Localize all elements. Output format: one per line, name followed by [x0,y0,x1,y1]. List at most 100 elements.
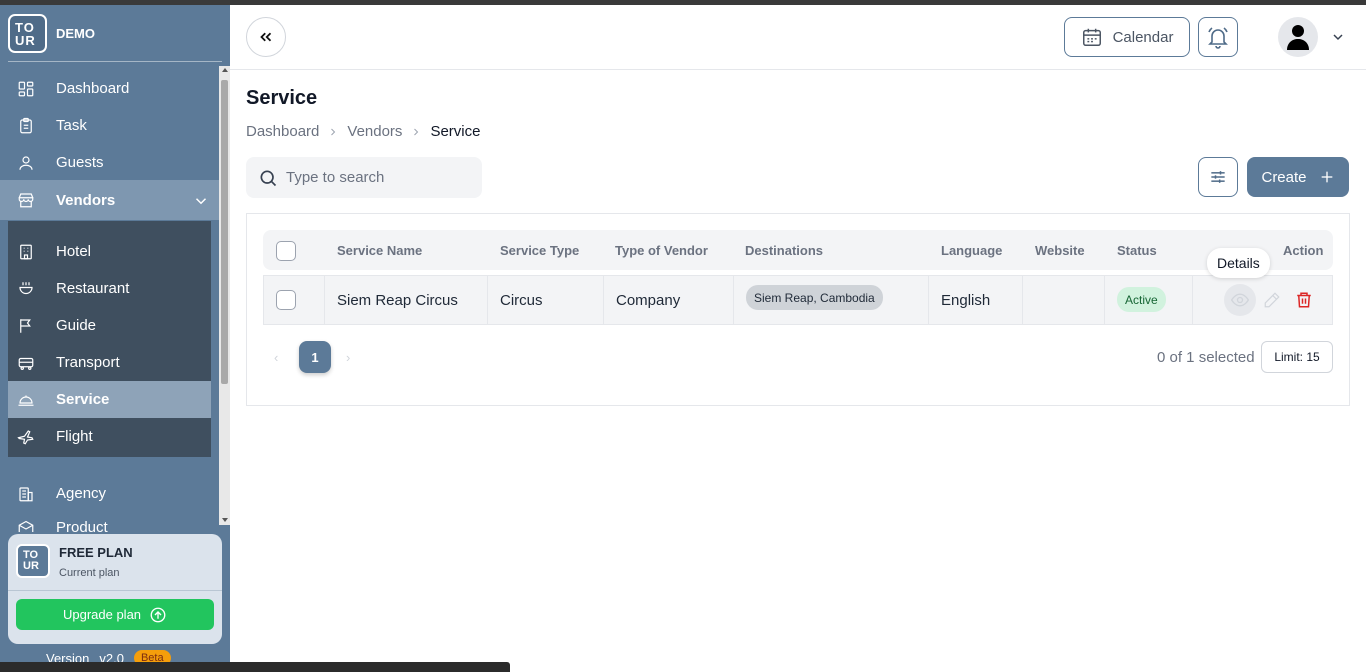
sidebar-item-label: Guests [56,154,104,171]
cell-divider [603,276,604,324]
chevron-right-icon [414,128,419,135]
brand-logo: TO UR [8,14,47,53]
scroll-down-arrow-icon[interactable] [222,518,228,522]
cell-divider [1022,276,1023,324]
divider [8,590,222,591]
cell-divider [324,276,325,324]
search-input[interactable] [286,169,466,186]
calendar-button[interactable]: Calendar [1064,17,1190,57]
page-title: Service [246,87,318,109]
chevron-right-icon [331,128,336,135]
create-button[interactable]: Create [1247,157,1349,197]
upgrade-label: Upgrade plan [62,607,142,622]
select-all-checkbox[interactable] [276,241,296,261]
plane-icon [16,427,36,447]
column-header-service-type[interactable]: Service Type [500,243,579,258]
notifications-button[interactable] [1198,17,1238,57]
brand-name: DEMO [56,26,95,41]
flag-icon [16,316,36,336]
previous-page-button[interactable]: ‹ [274,350,278,365]
chevron-down-icon[interactable] [1330,29,1346,45]
cell-service-name: Siem Reap Circus [337,292,458,309]
calendar-label: Calendar [1112,28,1174,46]
sidebar-item-label: Hotel [56,243,92,260]
create-label: Create [1261,168,1307,186]
cell-divider [733,276,734,324]
sidebar-item-label: Dashboard [56,80,130,97]
cell-divider [487,276,488,324]
column-header-vendor-type[interactable]: Type of Vendor [615,243,708,258]
destination-chip: Siem Reap, Cambodia [746,285,883,310]
sidebar-item-restaurant[interactable]: Restaurant [8,270,211,307]
page-number-button[interactable]: 1 [299,341,331,373]
clipboard-icon [16,116,36,136]
trash-icon[interactable] [1295,290,1313,310]
logo-text-bottom: UR [23,560,39,572]
cell-service-type: Circus [500,292,543,309]
row-checkbox[interactable] [276,290,296,310]
sidebar-item-product[interactable]: Product [8,512,211,532]
search-box[interactable] [246,157,482,198]
eye-icon [1230,293,1250,307]
restaurant-icon [16,279,36,299]
sidebar-item-label: Product [56,519,108,532]
plan-logo: TO UR [16,544,50,578]
breadcrumb-vendors[interactable]: Vendors [347,123,402,140]
sidebar-item-service[interactable]: Service [8,381,211,418]
store-icon [16,190,36,210]
dashboard-icon [16,79,36,99]
next-page-button[interactable]: › [346,350,350,365]
column-header-destinations[interactable]: Destinations [745,243,823,258]
sliders-icon [1211,171,1225,183]
sidebar-item-label: Task [56,117,87,134]
status-url-tooltip [0,662,510,672]
cell-divider [1104,276,1105,324]
sidebar-item-dashboard[interactable]: Dashboard [8,70,211,107]
sidebar-item-label: Service [56,391,110,408]
column-header-service-name[interactable]: Service Name [337,243,422,258]
limit-select[interactable]: Limit: 15 [1261,341,1333,373]
sidebar-item-guide[interactable]: Guide [8,307,211,344]
logo-text-bottom: UR [15,32,36,48]
sidebar-item-label: Transport [56,354,120,371]
cell-divider [1192,276,1193,324]
agency-icon [16,484,36,504]
column-header-website[interactable]: Website [1035,243,1085,258]
sidebar-scrollbar-thumb[interactable] [221,80,228,384]
sidebar-item-task[interactable]: Task [8,107,211,144]
top-header: Calendar [230,5,1366,70]
cell-divider [928,276,929,324]
sidebar-item-label: Restaurant [56,280,130,297]
user-silhouette-icon [1287,25,1309,50]
brand[interactable]: TO UR DEMO [8,14,95,53]
edit-pencil-icon[interactable] [1263,291,1281,309]
column-header-status[interactable]: Status [1117,243,1157,258]
chevron-down-icon [195,198,207,205]
cell-vendor-type: Company [616,292,681,309]
divider [8,61,222,62]
sidebar-item-vendors[interactable]: Vendors [0,180,222,220]
product-icon [16,519,36,532]
search-icon [260,170,277,186]
collapse-sidebar-button[interactable] [246,17,286,57]
column-header-language[interactable]: Language [941,243,1002,258]
avatar[interactable] [1278,17,1318,57]
sidebar-item-flight[interactable]: Flight [8,418,211,455]
details-tooltip: Details [1207,248,1270,278]
logo-text-top: TO [15,19,35,35]
plan-title: FREE PLAN [59,545,133,560]
view-details-button[interactable] [1224,284,1256,316]
breadcrumb-dashboard[interactable]: Dashboard [246,123,319,140]
building-icon [16,242,36,262]
scroll-up-arrow-icon[interactable] [222,68,228,72]
sidebar-item-guests[interactable]: Guests [8,144,211,181]
selection-count: 0 of 1 selected [1157,349,1255,366]
sidebar-item-transport[interactable]: Transport [8,344,211,381]
upgrade-plan-button[interactable]: Upgrade plan [16,599,214,630]
sidebar-item-label: Agency [56,485,107,502]
sidebar-item-hotel[interactable]: Hotel [8,233,211,270]
column-header-action: Action [1283,243,1324,258]
plan-subtitle: Current plan [59,567,120,579]
sidebar-item-agency[interactable]: Agency [8,475,211,512]
filter-button[interactable] [1198,157,1238,197]
